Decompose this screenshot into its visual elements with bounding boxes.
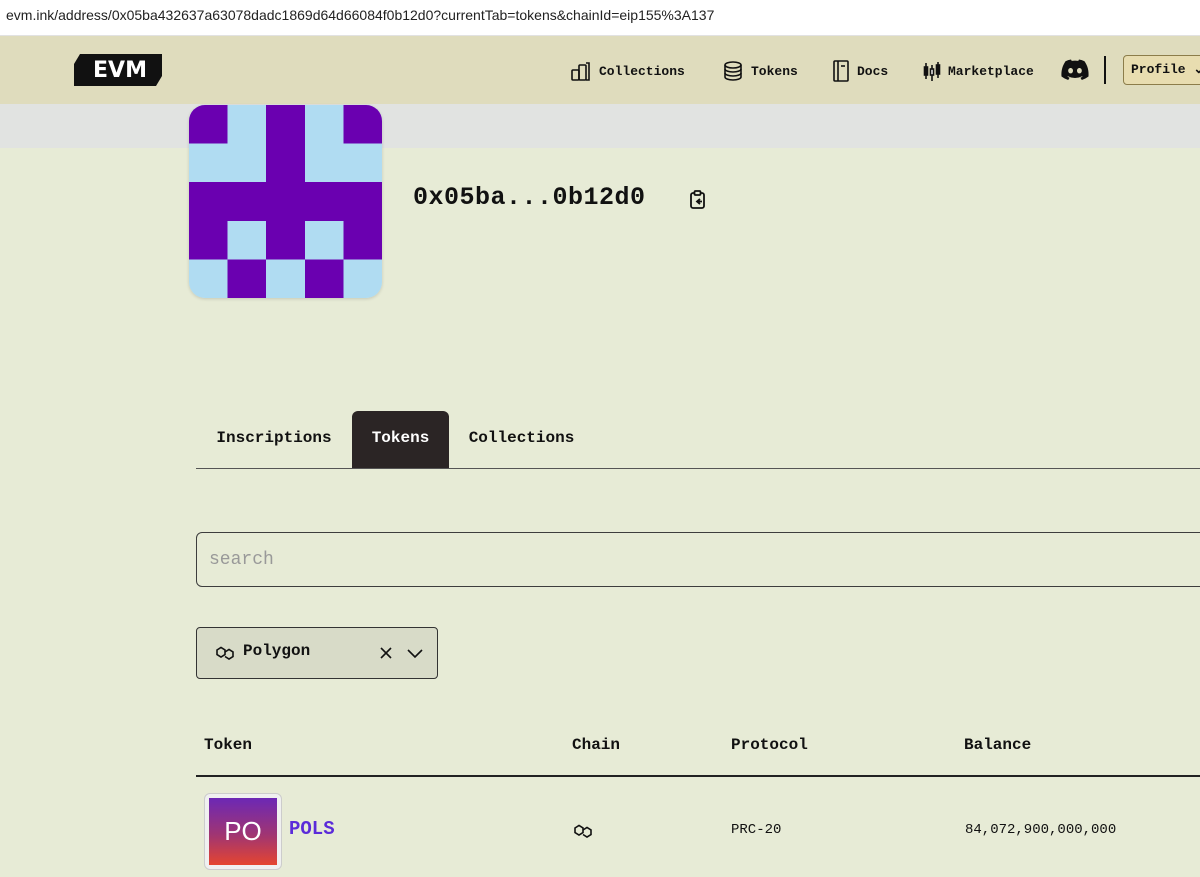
- token-balance: 84,072,900,000,000: [965, 822, 1117, 838]
- browser-address-bar[interactable]: evm.ink/address/0x05ba432637a63078dadc18…: [0, 0, 1200, 36]
- nav-tokens[interactable]: Tokens: [721, 58, 798, 84]
- tab-tokens[interactable]: Tokens: [352, 411, 449, 468]
- nav-collections[interactable]: Collections: [569, 58, 685, 84]
- logo-text: EVM: [93, 58, 147, 83]
- tab-inscriptions[interactable]: Inscriptions: [196, 411, 352, 468]
- evm-logo[interactable]: EVM: [70, 50, 166, 90]
- chart-icon: [923, 62, 941, 81]
- token-thumbnail-text: PO: [209, 798, 277, 865]
- token-thumbnail[interactable]: PO: [204, 793, 282, 870]
- column-header-token: Token: [204, 736, 253, 754]
- tab-collections[interactable]: Collections: [449, 411, 594, 468]
- nav-tokens-label: Tokens: [751, 63, 798, 79]
- clear-icon[interactable]: [377, 644, 395, 662]
- polygon-icon: [574, 824, 592, 838]
- site-header: EVM Collections Tokens Docs Marketplace …: [0, 36, 1200, 104]
- chain-filter-select[interactable]: Polygon: [196, 627, 438, 679]
- search-input[interactable]: [196, 532, 1200, 587]
- tabs-divider: [196, 468, 1200, 469]
- nav-docs[interactable]: Docs: [831, 58, 888, 84]
- coins-icon: [724, 61, 742, 81]
- chevron-down-icon[interactable]: [405, 644, 425, 662]
- nav-divider: [1104, 56, 1106, 84]
- table-header-divider: [196, 775, 1200, 777]
- token-protocol: PRC-20: [731, 822, 782, 838]
- copy-icon[interactable]: [689, 190, 707, 210]
- profile-banner: [0, 104, 1200, 148]
- tab-inscriptions-label: Inscriptions: [216, 429, 332, 447]
- nav-docs-label: Docs: [857, 63, 889, 79]
- nav-marketplace-label: Marketplace: [948, 63, 1034, 79]
- url-text[interactable]: evm.ink/address/0x05ba432637a63078dadc18…: [6, 7, 714, 23]
- chain-filter-value: Polygon: [243, 642, 311, 660]
- token-name-link[interactable]: POLS: [289, 818, 335, 840]
- profile-button-label: Profile ⌄: [1131, 62, 1200, 77]
- wallet-address: 0x05ba...0b12d0: [413, 183, 646, 212]
- profile-avatar: [189, 105, 382, 298]
- tab-collections-label: Collections: [468, 429, 575, 447]
- polygon-icon: [216, 646, 234, 660]
- tab-tokens-label: Tokens: [371, 429, 430, 447]
- book-icon: [833, 60, 849, 82]
- discord-icon[interactable]: [1061, 59, 1089, 81]
- column-header-protocol: Protocol: [731, 736, 808, 754]
- nav-collections-label: Collections: [599, 63, 685, 79]
- profile-button[interactable]: Profile ⌄: [1123, 55, 1200, 85]
- column-header-chain: Chain: [572, 736, 621, 754]
- collections-icon: [571, 62, 590, 81]
- nav-marketplace[interactable]: Marketplace: [922, 58, 1034, 84]
- column-header-balance: Balance: [964, 736, 1032, 754]
